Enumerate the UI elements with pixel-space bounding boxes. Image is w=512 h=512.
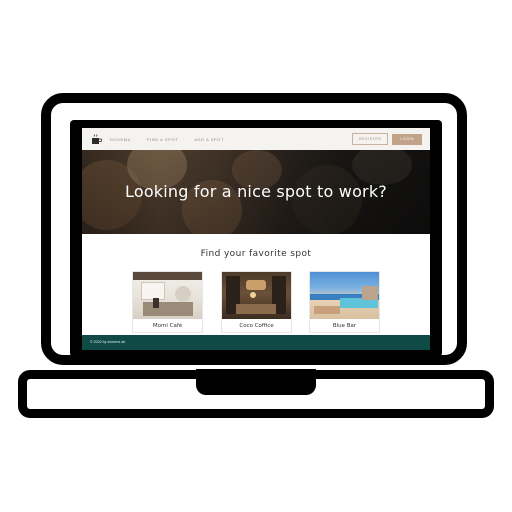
section-title: Find your favorite spot — [200, 249, 312, 259]
nav-link-find-a-spot[interactable]: FIND A SPOT — [147, 137, 178, 142]
hero-title: Looking for a nice spot to work? — [125, 182, 387, 201]
spot-name[interactable]: Blue Bar — [310, 323, 379, 329]
hero-banner: Looking for a nice spot to work? — [82, 150, 430, 234]
login-button[interactable]: LOGIN — [392, 133, 422, 145]
footer-bar: © 2022 by doxema ab — [82, 335, 430, 350]
cup-icon[interactable] — [90, 133, 102, 145]
spot-name[interactable]: Momi Café — [133, 323, 202, 329]
spot-name[interactable]: Coco Coffice — [222, 323, 291, 329]
website-screen: DOXEMA FIND A SPOT ADD A SPOT REGISTER L… — [82, 128, 430, 350]
spot-card-blue-bar[interactable]: Blue Bar — [309, 271, 380, 333]
spot-card-coco-coffice[interactable]: Coco Coffice — [221, 271, 292, 333]
nav-link-add-a-spot[interactable]: ADD A SPOT — [194, 137, 224, 142]
footer-copyright: © 2022 by doxema ab — [90, 340, 126, 344]
nav-link-home[interactable]: DOXEMA — [110, 137, 131, 142]
top-navbar: DOXEMA FIND A SPOT ADD A SPOT REGISTER L… — [82, 128, 430, 150]
laptop-trackpad-notch — [196, 369, 316, 395]
spot-image[interactable] — [310, 272, 379, 319]
spot-image[interactable] — [133, 272, 202, 319]
spot-image[interactable] — [222, 272, 291, 319]
spot-card-momi-cafe[interactable]: Momi Café — [132, 271, 203, 333]
register-button[interactable]: REGISTER — [351, 133, 389, 145]
